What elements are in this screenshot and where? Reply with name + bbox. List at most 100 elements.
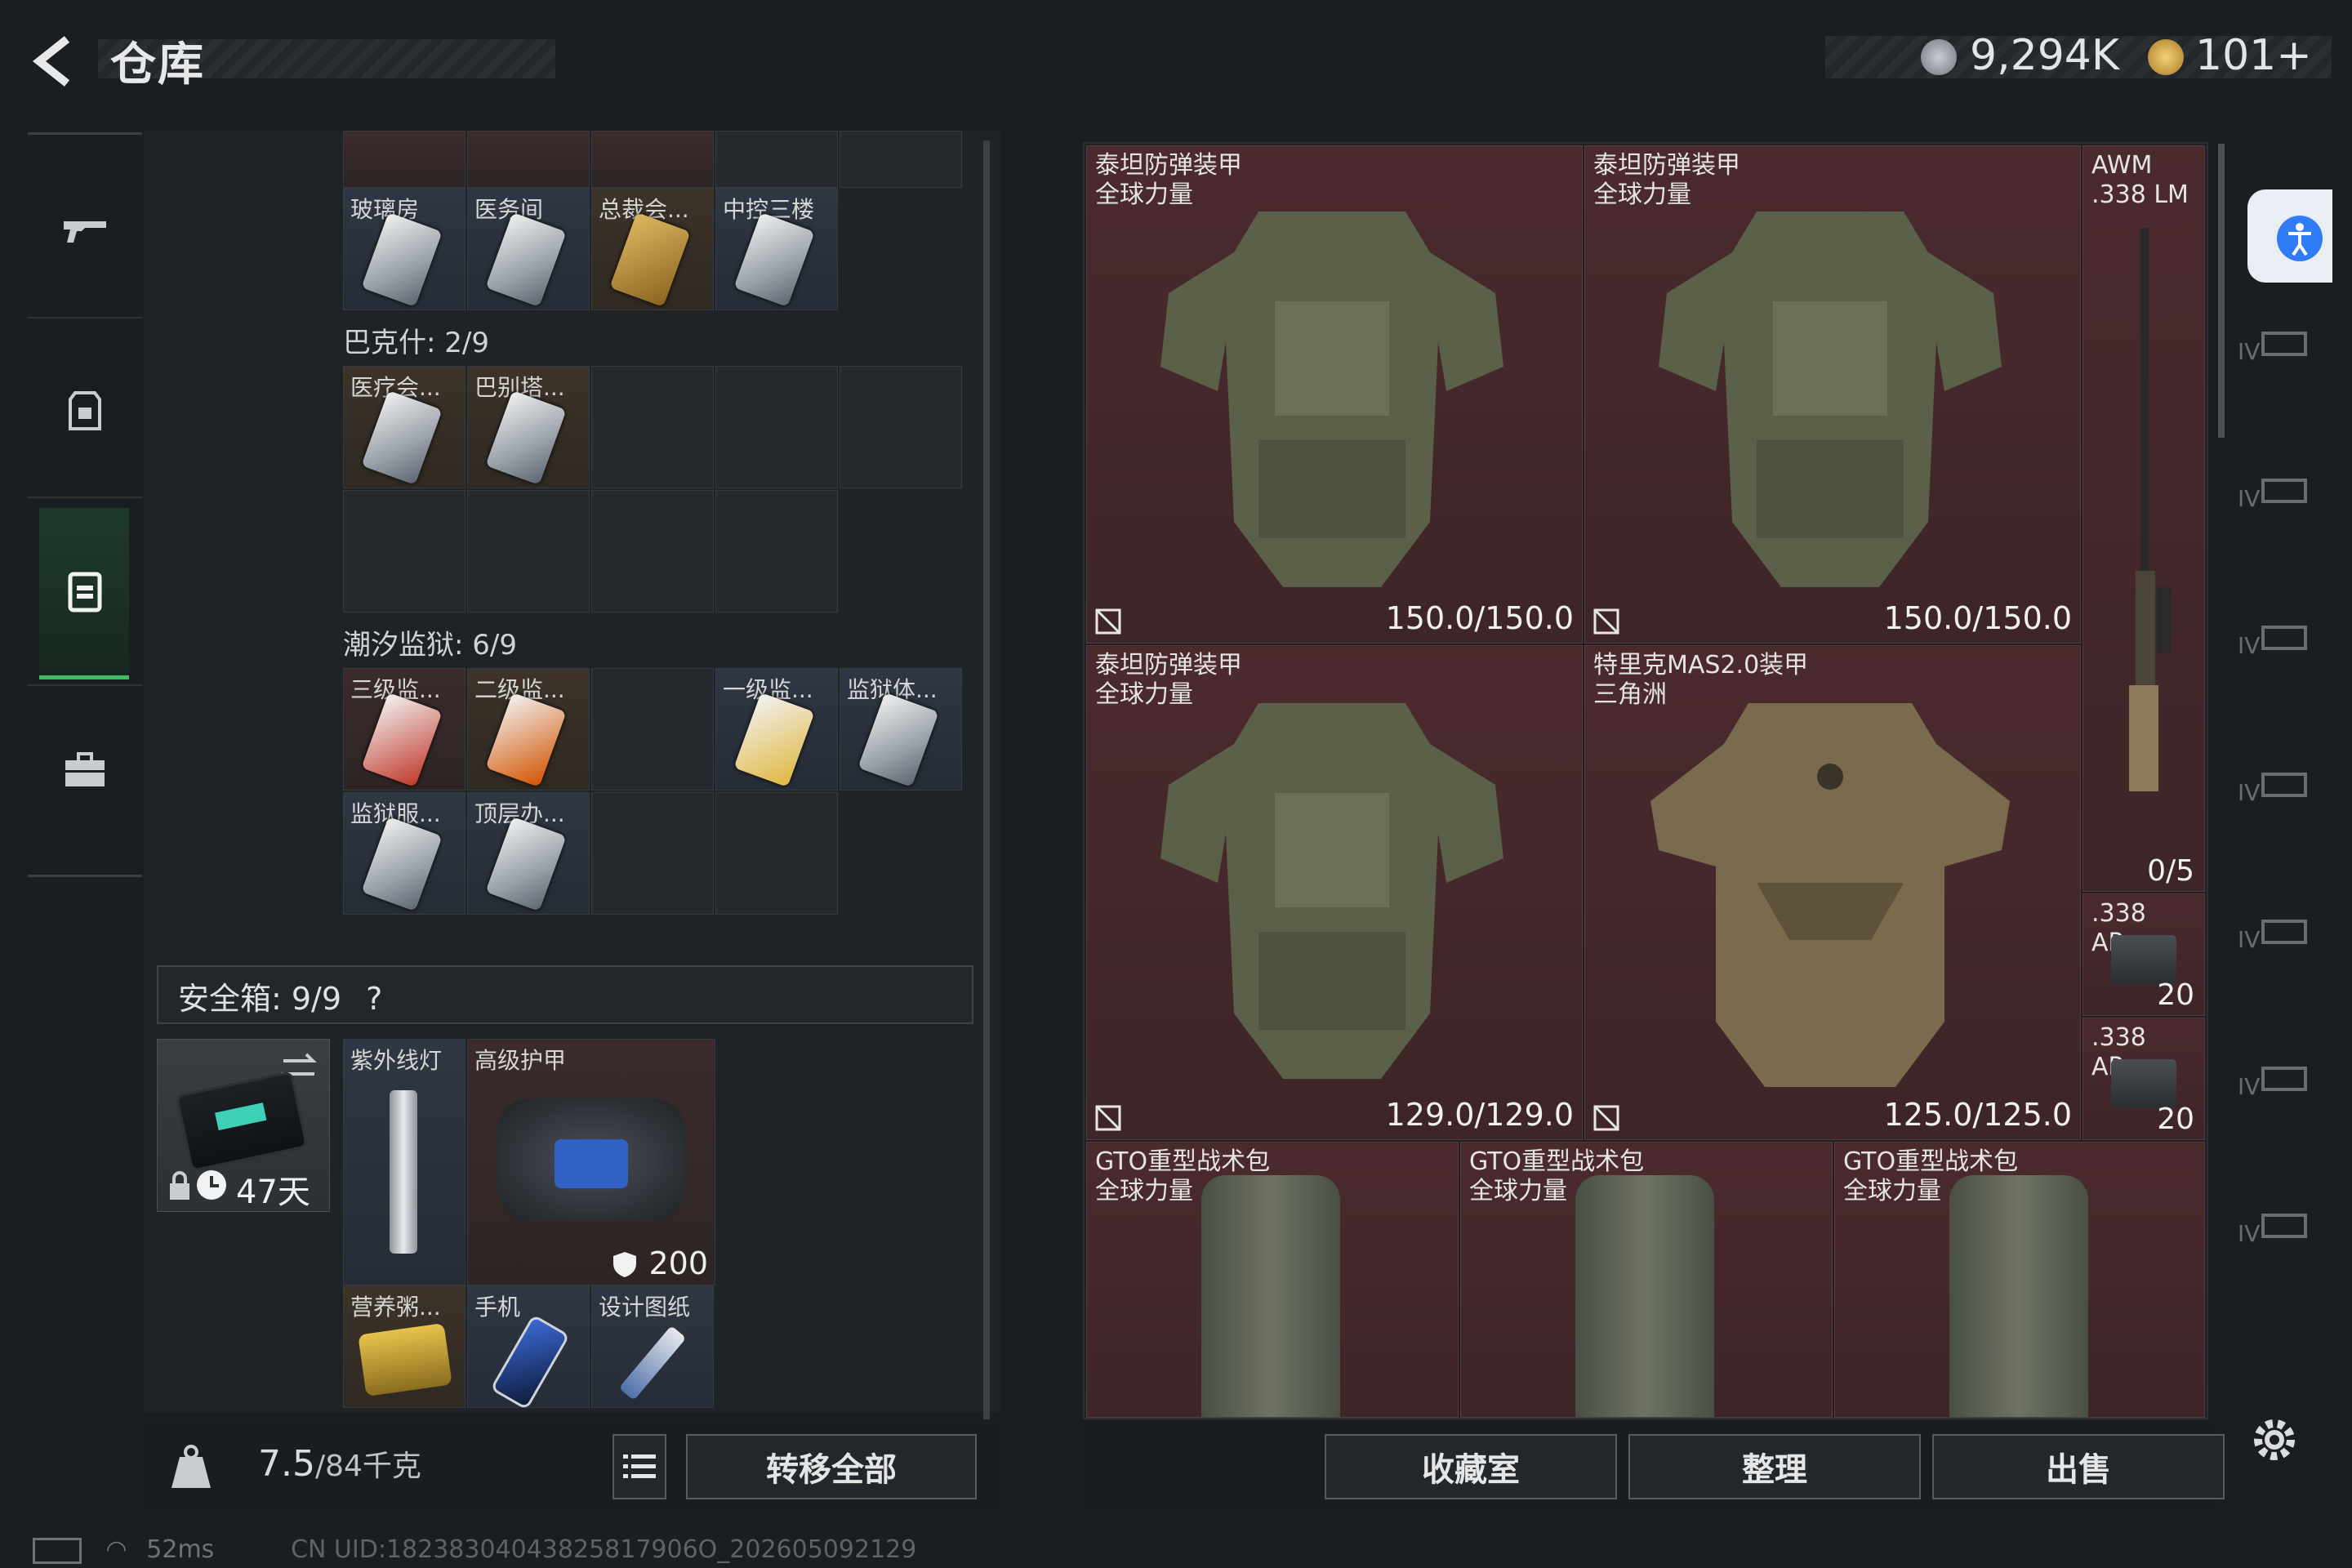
blueprint-item[interactable]: 设计图纸 [591, 1285, 714, 1408]
keycard-item[interactable]: 二级监... [467, 668, 590, 791]
filter-item-icon [2261, 1067, 2308, 1091]
section-title-bakhsh: 巴克什: 2/9 [343, 327, 489, 359]
backpack-item[interactable]: GTO重型战术包 全球力量 [1086, 1142, 1459, 1418]
ammo-count: 20 [2157, 1102, 2194, 1136]
case-screen [215, 1102, 267, 1131]
armor-item[interactable]: 特里克MAS2.0装甲 三角洲 125.0/125.0 [1584, 645, 2081, 1140]
keycard-item[interactable]: 巴别塔... [467, 366, 590, 488]
keycard-item[interactable]: 顶层办... [467, 792, 590, 915]
rifle-item[interactable]: AWM .338 LM 0/5 [2082, 145, 2205, 892]
keycard-item[interactable]: 监狱服... [343, 792, 466, 915]
safebox-container[interactable]: 47天 [157, 1039, 330, 1212]
item-label: 营养粥... [350, 1294, 441, 1321]
tier-label: IV [2238, 1073, 2261, 1100]
armor-vest-icon [1160, 703, 1503, 1079]
filter-tier-4[interactable]: IV [2238, 327, 2316, 389]
keycard-item[interactable]: 三级监... [343, 668, 466, 791]
armor-item[interactable]: 泰坦防弹装甲 全球力量 150.0/150.0 [1584, 145, 2081, 644]
no-insure-icon [1095, 1105, 1121, 1131]
stash-cell[interactable] [715, 131, 838, 188]
armor-item[interactable]: 泰坦防弹装甲 全球力量 150.0/150.0 [1086, 145, 1583, 644]
keycard-item[interactable]: 中控三楼 [715, 188, 838, 310]
keycard-item[interactable]: 医务间 [467, 188, 590, 310]
tier-label: IV [2238, 779, 2261, 806]
gun-icon [64, 221, 106, 243]
keycard-icon [361, 390, 443, 486]
ammo-item[interactable]: .338 AP 20 [2082, 893, 2205, 1016]
user-id: CN UID:18238304043825817906O_20260509212… [291, 1535, 917, 1564]
backpack-item[interactable]: GTO重型战术包 全球力量 [1834, 1142, 2205, 1418]
stash-cell[interactable] [467, 131, 590, 188]
empty-slot[interactable] [467, 490, 590, 612]
keycard-item[interactable]: 监狱体... [840, 668, 962, 791]
safebox-label: 安全箱: 9/9 [178, 981, 342, 1017]
empty-slot[interactable] [715, 792, 838, 915]
keycard-icon [361, 692, 443, 788]
weight-readout: 7.5/84千克 [258, 1442, 421, 1485]
help-icon[interactable]: ? [366, 981, 382, 1017]
uv-lamp-item[interactable]: 紫外线灯 [343, 1039, 466, 1285]
nav-equipment[interactable] [28, 366, 142, 456]
filter-tier-4[interactable]: IV [2238, 768, 2316, 830]
filter-tier-4[interactable]: IV [2238, 1062, 2316, 1124]
filter-item-icon [2261, 1214, 2308, 1238]
weight-capacity: /84千克 [314, 1450, 421, 1483]
stash-cell[interactable] [591, 131, 714, 188]
no-insure-icon [1095, 608, 1121, 635]
gear-icon[interactable] [2246, 1411, 2303, 1468]
premium-balance[interactable]: 101+ [2195, 31, 2312, 80]
filter-tier-4[interactable]: IV [2238, 474, 2316, 536]
accessibility-button[interactable] [2247, 189, 2332, 283]
sell-button[interactable]: 出售 [1932, 1434, 2225, 1499]
guard-item[interactable]: 高级护甲 200 [467, 1039, 715, 1285]
stash-scrollbar[interactable] [983, 140, 990, 1419]
back-arrow-icon[interactable] [28, 33, 85, 90]
empty-slot[interactable] [591, 668, 714, 791]
food-tin-icon [358, 1322, 452, 1397]
empty-slot[interactable] [591, 490, 714, 612]
keycard-item[interactable]: 玻璃房 [343, 188, 466, 310]
transfer-all-button[interactable]: 转移全部 [686, 1434, 977, 1499]
armor-item[interactable]: 泰坦防弹装甲 全球力量 129.0/129.0 [1086, 645, 1583, 1140]
lock-icon [170, 1171, 189, 1200]
keycard-icon [733, 692, 815, 788]
collection-room-button[interactable]: 收藏室 [1325, 1434, 1617, 1499]
stash-cell[interactable] [840, 131, 962, 188]
empty-slot[interactable] [591, 792, 714, 915]
keycard-item[interactable]: 总裁会... [591, 188, 714, 310]
phone-item[interactable]: 手机 [467, 1285, 590, 1410]
nav-backpack[interactable] [28, 546, 142, 635]
empty-slot[interactable] [715, 366, 838, 488]
tier-label: IV [2238, 485, 2261, 512]
nav-cases[interactable] [28, 725, 142, 815]
ammo-box-icon [2111, 935, 2176, 984]
keycard-icon [485, 816, 567, 912]
keycard-icon [858, 692, 939, 788]
armor-vest-icon [1650, 703, 2010, 1087]
guard-value: 200 [648, 1245, 708, 1281]
stash-cell[interactable] [343, 131, 466, 188]
filter-tier-4[interactable]: IV [2238, 621, 2316, 683]
nutrition-item[interactable]: 营养粥... [343, 1285, 466, 1408]
empty-slot[interactable] [591, 366, 714, 488]
battery-icon [33, 1537, 82, 1564]
filter-item-icon [2261, 626, 2308, 650]
keycard-icon [485, 692, 567, 788]
inventory-scrollbar[interactable] [2218, 144, 2225, 438]
empty-slot[interactable] [715, 490, 838, 612]
empty-slot[interactable] [840, 366, 962, 488]
nav-weapons[interactable] [28, 186, 142, 276]
filter-tier-4[interactable]: IV [2238, 1209, 2316, 1271]
keycard-item[interactable]: 医疗会... [343, 366, 466, 488]
clock-icon [197, 1170, 226, 1200]
armor-vest-icon [1659, 212, 2002, 587]
sort-button[interactable]: 整理 [1628, 1434, 1921, 1499]
backpack-item[interactable]: GTO重型战术包 全球力量 [1460, 1142, 1833, 1418]
list-view-button[interactable] [612, 1434, 666, 1499]
empty-slot[interactable] [343, 490, 466, 612]
item-label: 手机 [474, 1294, 521, 1321]
filter-tier-4[interactable]: IV [2238, 915, 2316, 977]
ammo-item[interactable]: .338 AP 20 [2082, 1018, 2205, 1140]
coin-icon [1921, 39, 1957, 75]
keycard-item[interactable]: 一级监... [715, 668, 838, 791]
